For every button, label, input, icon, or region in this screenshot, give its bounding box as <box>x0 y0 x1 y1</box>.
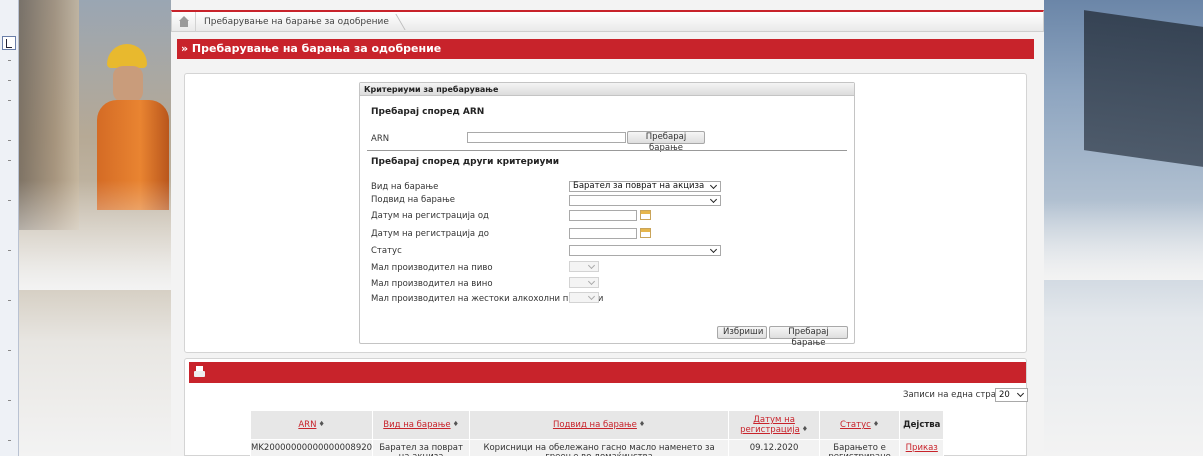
column-header-label: ARN <box>298 420 317 430</box>
chevron-down-icon <box>709 195 718 204</box>
results-table: ARN ♦ Вид на барање ♦ Подвид на барање ♦ Да… <box>249 410 945 456</box>
request-subtype-select[interactable] <box>569 195 721 206</box>
sort-icon: ♦ <box>638 420 646 428</box>
results-toolbar <box>189 362 1026 383</box>
cell-type: Барател за поврат на акциза <box>372 439 471 456</box>
per-page-label: Записи на една страна: <box>903 390 1010 400</box>
column-header-arn[interactable]: ARN ♦ <box>249 410 374 440</box>
column-header-type[interactable]: Вид на барање ♦ <box>372 410 471 440</box>
cell-subtype: Корисници на обележано гасно масло намен… <box>469 439 730 456</box>
sort-icon: ♦ <box>801 425 809 433</box>
ruler-tick <box>8 350 11 351</box>
ruler-tick <box>8 300 11 301</box>
tab-stop-icon[interactable] <box>2 36 16 50</box>
arn-label: ARN <box>371 134 390 144</box>
spirits-producer-select[interactable] <box>569 292 599 303</box>
arn-input[interactable] <box>467 132 626 143</box>
other-criteria-title: Пребарај според други критериуми <box>371 157 560 167</box>
ruler-tick <box>8 60 11 61</box>
column-header-label: Вид на барање <box>383 420 451 430</box>
column-header-label: Статус <box>840 420 871 430</box>
column-header-actions: Дејства <box>899 410 945 440</box>
search-criteria-box: Критериуми за пребарување Пребарај споре… <box>359 82 855 348</box>
table-row: MK20000000000000008920 Барател за поврат… <box>249 439 945 456</box>
print-icon[interactable] <box>194 366 205 378</box>
chevron-down-icon <box>1016 389 1025 398</box>
status-select[interactable] <box>569 245 721 256</box>
ruler-tick <box>8 440 11 441</box>
clear-button[interactable]: Избриши <box>717 326 767 339</box>
request-type-value: Барател за поврат на акциза <box>573 181 705 191</box>
column-header-subtype[interactable]: Подвид на барање ♦ <box>469 410 730 440</box>
column-header-label: Датум на регистрација <box>740 415 800 435</box>
column-header-label: Подвид на барање <box>552 420 637 430</box>
ship-photo-background <box>1044 0 1203 456</box>
search-button[interactable]: Пребарај барање <box>769 326 848 348</box>
section-divider <box>367 150 847 151</box>
request-subtype-label: Подвид на барање <box>371 195 455 205</box>
date-from-label: Датум на регистрација од <box>371 211 489 221</box>
sort-icon: ♦ <box>452 420 459 428</box>
ruler-tick <box>8 400 11 401</box>
per-page-value: 20 <box>999 390 1010 400</box>
ship-shape <box>1084 10 1203 170</box>
sort-icon: ♦ <box>318 420 325 428</box>
view-link[interactable]: Приказ <box>906 443 938 453</box>
cell-date: 09.12.2020 <box>728 439 821 456</box>
status-label: Статус <box>371 246 402 256</box>
cell-arn: MK20000000000000008920 <box>249 439 374 456</box>
breadcrumb-item[interactable]: Пребарување на барање за одобрение <box>196 17 401 27</box>
ruler-tick <box>8 200 11 201</box>
ruler-tick <box>8 160 11 161</box>
beer-producer-label: Мал производител на пиво <box>371 263 493 273</box>
cell-status: Барањето е регистрирано <box>819 439 901 456</box>
wine-producer-label: Мал производител на вино <box>371 279 493 289</box>
wine-producer-select[interactable] <box>569 277 599 288</box>
criteria-header: Критериуми за пребарување <box>360 83 854 96</box>
cell-action: Приказ <box>899 439 945 456</box>
fade-overlay <box>19 180 171 290</box>
fade-overlay <box>1044 200 1203 280</box>
helmet-shape <box>107 44 147 68</box>
column-header-status[interactable]: Статус ♦ <box>819 410 901 440</box>
calendar-icon[interactable] <box>640 228 651 238</box>
column-header-date[interactable]: Датум на регистрација ♦ <box>728 410 821 440</box>
date-to-label: Датум на регистрација до <box>371 229 489 239</box>
home-icon[interactable] <box>172 11 196 32</box>
chevron-down-icon <box>709 245 718 254</box>
chevron-down-icon <box>587 292 596 301</box>
face-shape <box>113 66 143 102</box>
worker-photo-background <box>19 0 171 456</box>
beer-producer-select[interactable] <box>569 261 599 272</box>
page-title: » Пребарување на барања за одобрение <box>177 39 1034 59</box>
calendar-icon[interactable] <box>640 210 651 220</box>
request-type-label: Вид на барање <box>371 182 439 192</box>
chevron-down-icon <box>587 261 596 270</box>
arn-section-title: Пребарај според ARN <box>371 107 485 117</box>
sort-icon: ♦ <box>872 420 880 428</box>
arn-search-button[interactable]: Пребарај барање <box>627 131 705 153</box>
breadcrumb: Пребарување на барање за одобрение <box>171 10 1044 32</box>
ruler-tick <box>8 100 11 101</box>
ruler-tick <box>8 80 11 81</box>
date-from-input[interactable] <box>569 210 637 221</box>
ruler-tick <box>8 250 11 251</box>
request-type-select[interactable]: Барател за поврат на акциза <box>569 181 721 192</box>
chevron-down-icon <box>587 277 596 286</box>
chevron-down-icon <box>709 181 718 190</box>
vertical-ruler <box>0 0 19 456</box>
per-page-select[interactable]: 20 <box>995 388 1028 402</box>
date-to-input[interactable] <box>569 228 637 239</box>
ruler-tick <box>8 140 11 141</box>
